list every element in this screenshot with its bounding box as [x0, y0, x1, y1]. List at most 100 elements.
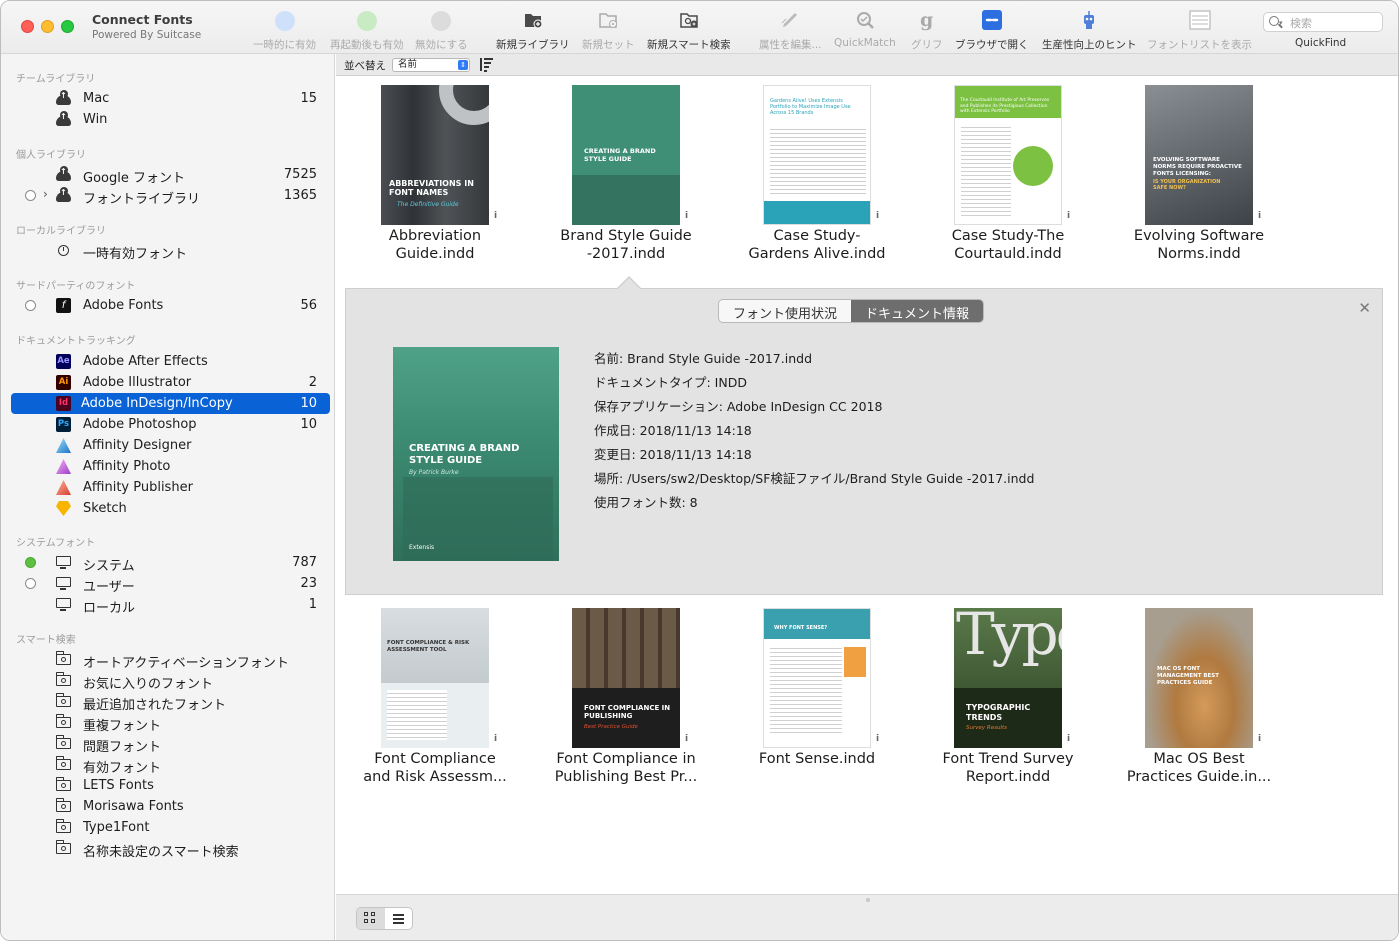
sidebar-item-smart-search[interactable]: オートアクティベーションフォント	[11, 649, 330, 671]
document-name[interactable]: Font Compliance in Publishing Best Pr...	[536, 750, 716, 786]
sidebar-item-affinity-photo[interactable]: Affinity Photo	[11, 456, 330, 477]
info-icon[interactable]: i	[685, 211, 691, 221]
info-font-count: 使用フォント数: 8	[594, 495, 698, 510]
document-thumbnail[interactable]: WHY FONT SENSE?	[763, 608, 871, 748]
document-name[interactable]: Brand Style Guide -2017.indd	[536, 227, 716, 263]
app-title: Connect Fonts	[92, 12, 193, 27]
new-library-button[interactable]: 新規ライブラリ	[496, 9, 570, 52]
sidebar-item-affinity-publisher[interactable]: Affinity Publisher	[11, 477, 330, 498]
sidebar-item-smart-search[interactable]: 重複フォント	[11, 712, 330, 734]
document-name[interactable]: Font Sense.indd	[727, 750, 907, 768]
document-name[interactable]: Font Compliance and Risk Assessm...	[345, 750, 525, 786]
new-set-button[interactable]: 新規セット	[582, 9, 635, 52]
document-thumbnail[interactable]: FONT COMPLIANCE & RISK ASSESSMENT TOOL	[381, 608, 489, 748]
smart-folder-icon	[56, 693, 71, 707]
glyph-button[interactable]: g グリフ	[911, 9, 943, 52]
info-icon[interactable]: i	[1067, 211, 1073, 221]
sidebar-item-win[interactable]: Win	[11, 109, 330, 130]
document-thumbnail[interactable]: MAC OS FONT MANAGEMENT BEST PRACTICES GU…	[1145, 608, 1253, 748]
document-thumbnail[interactable]: Type TYPOGRAPHIC TRENDS Survey Results	[954, 608, 1062, 748]
deactivate-button[interactable]: 無効にする	[415, 9, 468, 52]
new-smart-search-button[interactable]: 新規スマート検索	[647, 9, 731, 52]
sidebar-item-mac[interactable]: Mac 15	[11, 88, 330, 109]
resize-handle[interactable]	[866, 898, 870, 902]
section-header-system-fonts: システムフォント	[16, 538, 96, 549]
disclosure-chevron-icon[interactable]: ›	[43, 187, 48, 201]
tab-document-info[interactable]: ドキュメント情報	[851, 300, 984, 322]
detail-pointer-fill	[617, 278, 641, 290]
smart-folder-icon	[56, 672, 71, 686]
smart-folder-icon	[56, 777, 71, 791]
info-icon[interactable]: i	[494, 734, 500, 744]
document-name[interactable]: Case Study-The Courtauld.indd	[918, 227, 1098, 263]
activation-toggle[interactable]	[25, 557, 36, 568]
sidebar-item-smart-search[interactable]: 有効フォント	[11, 754, 330, 776]
sidebar-item-photoshop[interactable]: Ps Adobe Photoshop 10	[11, 414, 330, 435]
sidebar-item-font-library[interactable]: › フォントライブラリ 1365	[11, 185, 330, 207]
sidebar-item-temp-active-fonts[interactable]: 一時有効フォント	[11, 240, 330, 262]
productivity-tips-button[interactable]: 生産性向上のヒント	[1042, 9, 1137, 52]
perm-activate-button[interactable]: 再起動後も有効	[330, 9, 404, 52]
sidebar-item-illustrator[interactable]: Ai Adobe Illustrator 2	[11, 372, 330, 393]
sidebar-item-smart-search[interactable]: Type1Font	[11, 817, 330, 838]
sidebar-item-local[interactable]: ローカル 1	[11, 594, 330, 616]
info-icon[interactable]: i	[685, 734, 691, 744]
sidebar-item-smart-search[interactable]: 名称未設定のスマート検索	[11, 838, 330, 860]
section-header-smart-search: スマート検索	[16, 635, 76, 646]
info-icon[interactable]: i	[494, 211, 500, 221]
info-icon[interactable]: i	[876, 734, 882, 744]
smart-folder-icon	[56, 756, 71, 770]
sort-order-icon[interactable]	[479, 56, 493, 72]
sidebar-item-google-fonts[interactable]: Google フォント 7525	[11, 164, 330, 186]
info-icon[interactable]: i	[876, 211, 882, 221]
productivity-tips-icon	[1084, 11, 1095, 29]
sidebar-item-smart-search[interactable]: お気に入りのフォント	[11, 670, 330, 692]
tab-font-usage[interactable]: フォント使用状況	[719, 300, 851, 322]
info-icon[interactable]: i	[1258, 734, 1264, 744]
info-icon[interactable]: i	[1258, 211, 1264, 221]
zoom-window-button[interactable]	[61, 20, 74, 33]
quickmatch-button[interactable]: QuickMatch	[834, 9, 896, 49]
sidebar-item-smart-search[interactable]: 最近追加されたフォント	[11, 691, 330, 713]
search-icon	[1269, 16, 1279, 26]
adobe-fonts-icon: f	[56, 298, 71, 313]
document-thumbnail[interactable]: FONT COMPLIANCE IN PUBLISHING Best Pract…	[572, 608, 680, 748]
minimize-window-button[interactable]	[41, 20, 54, 33]
temp-activate-button[interactable]: 一時的に有効	[253, 9, 316, 52]
quickfind-search-input[interactable]: ▾ 検索	[1263, 12, 1383, 32]
sidebar-item-user[interactable]: ユーザー 23	[11, 573, 330, 595]
document-thumbnail[interactable]: Gardens Alive! Uses Extensis Portfolio t…	[763, 85, 871, 225]
sidebar-item-affinity-designer[interactable]: Affinity Designer	[11, 435, 330, 456]
sidebar-item-indesign[interactable]: Id Adobe InDesign/InCopy 10	[11, 393, 330, 414]
document-detail-panel: フォント使用状況 ドキュメント情報 ✕ CREATING A BRAND STY…	[345, 288, 1383, 595]
document-thumbnail[interactable]: CREATING A BRAND STYLE GUIDE	[572, 85, 680, 225]
sort-select[interactable]: 名前 ⇕	[392, 58, 470, 72]
grid-view-button[interactable]	[357, 908, 385, 929]
document-name[interactable]: Abbreviation Guide.indd	[345, 227, 525, 263]
close-icon[interactable]: ✕	[1358, 299, 1371, 317]
activation-toggle[interactable]	[25, 578, 36, 589]
document-name[interactable]: Evolving Software Norms.indd	[1109, 227, 1289, 263]
close-window-button[interactable]	[21, 20, 34, 33]
sidebar-item-system[interactable]: システム 787	[11, 552, 330, 574]
sidebar-item-adobe-fonts[interactable]: f Adobe Fonts 56	[11, 295, 330, 316]
sidebar-item-smart-search[interactable]: 問題フォント	[11, 733, 330, 755]
document-name[interactable]: Case Study- Gardens Alive.indd	[727, 227, 907, 263]
sidebar-item-smart-search[interactable]: LETS Fonts	[11, 775, 330, 796]
sidebar-item-after-effects[interactable]: Ae Adobe After Effects	[11, 351, 330, 372]
document-name[interactable]: Mac OS Best Practices Guide.in...	[1109, 750, 1289, 786]
sidebar-item-smart-search[interactable]: Morisawa Fonts	[11, 796, 330, 817]
edit-attributes-button[interactable]: 属性を編集...	[759, 9, 822, 52]
document-thumbnail[interactable]: The Courtauld Institute of Art Preserves…	[954, 85, 1062, 225]
activation-toggle[interactable]	[25, 300, 36, 311]
list-view-button[interactable]	[385, 908, 412, 929]
document-thumbnail[interactable]: ABBREVIATIONS IN FONT NAMES The Definiti…	[381, 85, 489, 225]
activation-toggle[interactable]	[25, 190, 36, 201]
open-in-browser-button[interactable]: ブラウザで開く	[955, 9, 1029, 52]
font-list-button[interactable]: フォントリストを表示	[1147, 9, 1252, 52]
document-name[interactable]: Font Trend Survey Report.indd	[918, 750, 1098, 786]
app-subtitle: Powered By Suitcase	[92, 29, 202, 41]
info-icon[interactable]: i	[1067, 734, 1073, 744]
document-thumbnail[interactable]: EVOLVING SOFTWARE NORMS REQUIRE PROACTIV…	[1145, 85, 1253, 225]
sidebar-item-sketch[interactable]: Sketch	[11, 498, 330, 519]
